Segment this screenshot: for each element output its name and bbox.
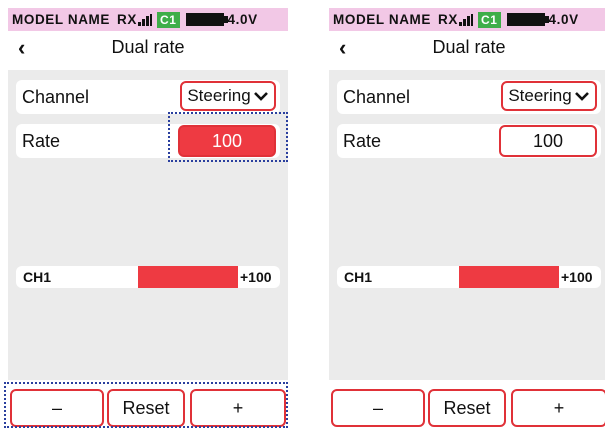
channel-label: Channel [22, 87, 90, 107]
chevron-down-icon [253, 92, 268, 101]
status-bar: MODEL NAME RX C1 4.0V [8, 8, 288, 31]
page-title: Dual rate [432, 36, 506, 57]
rx-label: RX [117, 12, 137, 27]
ch1-label: CH1 [23, 269, 52, 285]
rate-value-box[interactable]: 100 [499, 125, 597, 157]
title-bar: ‹ Dual rate [329, 31, 605, 63]
status-bar: MODEL NAME RX C1 4.0V [329, 8, 605, 31]
signal-strength-icon [458, 13, 473, 26]
back-arrow-icon[interactable]: ‹ [18, 35, 25, 61]
channel-select[interactable]: Steering [501, 81, 597, 111]
minus-button[interactable]: – [10, 389, 104, 427]
ch1-output-bar: CH1 +100 [16, 266, 280, 288]
signal-strength-icon [137, 13, 152, 26]
content-area: Channel Steering Rate 100 CH1 +100 [8, 70, 288, 380]
reset-button[interactable]: Reset [428, 389, 506, 427]
rate-value-box[interactable]: 100 [178, 125, 276, 157]
model-name: MODEL NAME [333, 12, 432, 27]
ch1-value: +100 [240, 269, 272, 285]
rate-label: Rate [22, 131, 61, 151]
ch1-value: +100 [561, 269, 593, 285]
rate-row: Rate 100 [337, 124, 601, 158]
rate-row: Rate 100 [16, 124, 280, 158]
channel-row: Channel Steering [337, 80, 601, 114]
ch1-output-bar: CH1 +100 [337, 266, 601, 288]
back-arrow-icon[interactable]: ‹ [339, 35, 346, 61]
content-area: Channel Steering Rate 100 CH1 +100 [329, 70, 605, 380]
voltage-readout: 4.0V [548, 12, 579, 27]
channel-row: Channel Steering [16, 80, 280, 114]
chevron-down-icon [574, 92, 589, 101]
battery-icon [506, 13, 549, 26]
model-name: MODEL NAME [12, 12, 111, 27]
channel-label: Channel [343, 87, 411, 107]
battery-icon [185, 13, 228, 26]
plus-button[interactable]: + [190, 389, 286, 427]
screen-right: MODEL NAME RX C1 4.0V ‹ Dual rate Channe… [329, 8, 605, 427]
channel-select[interactable]: Steering [180, 81, 276, 111]
ch1-bar-fill [138, 266, 238, 288]
channel-select-value: Steering [187, 86, 251, 105]
title-bar: ‹ Dual rate [8, 31, 288, 63]
rate-label: Rate [343, 131, 382, 151]
minus-button[interactable]: – [331, 389, 425, 427]
channel-chip: C1 [477, 11, 501, 28]
ch1-bar-fill [459, 266, 559, 288]
rx-label: RX [438, 12, 458, 27]
voltage-readout: 4.0V [227, 12, 258, 27]
channel-select-value: Steering [508, 86, 572, 105]
channel-chip: C1 [156, 11, 180, 28]
screen-left: MODEL NAME RX C1 4.0V ‹ Dual rate Channe… [4, 8, 288, 428]
plus-button[interactable]: + [511, 389, 605, 427]
page-title: Dual rate [111, 36, 185, 57]
reset-button[interactable]: Reset [107, 389, 185, 427]
ch1-label: CH1 [344, 269, 373, 285]
